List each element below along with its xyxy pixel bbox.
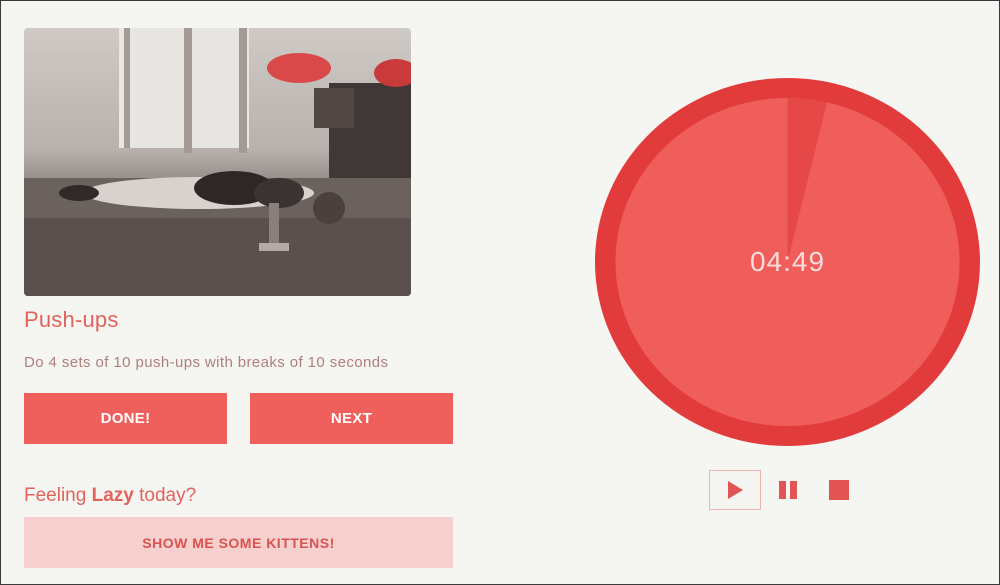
lazy-prompt: Feeling Lazy today?: [24, 485, 196, 507]
done-button[interactable]: DONE!: [24, 393, 227, 444]
lazy-prefix: Feeling: [24, 485, 92, 506]
countdown-timer: 04:49: [595, 78, 980, 446]
next-button[interactable]: NEXT: [250, 393, 453, 444]
lazy-suffix: today?: [133, 485, 197, 506]
play-button[interactable]: [709, 470, 761, 510]
pause-button[interactable]: [762, 470, 814, 510]
stop-icon: [829, 480, 849, 500]
exercise-image: [24, 28, 411, 296]
lazy-emphasis: Lazy: [91, 485, 134, 506]
pause-icon: [779, 481, 797, 499]
timer-display: 04:49: [749, 246, 826, 277]
exercise-description: Do 4 sets of 10 push-ups with breaks of …: [24, 354, 389, 371]
show-kittens-button[interactable]: SHOW ME SOME KITTENS!: [24, 517, 453, 568]
play-icon: [728, 481, 743, 499]
stop-button[interactable]: [813, 470, 865, 510]
exercise-title: Push-ups: [24, 307, 119, 332]
